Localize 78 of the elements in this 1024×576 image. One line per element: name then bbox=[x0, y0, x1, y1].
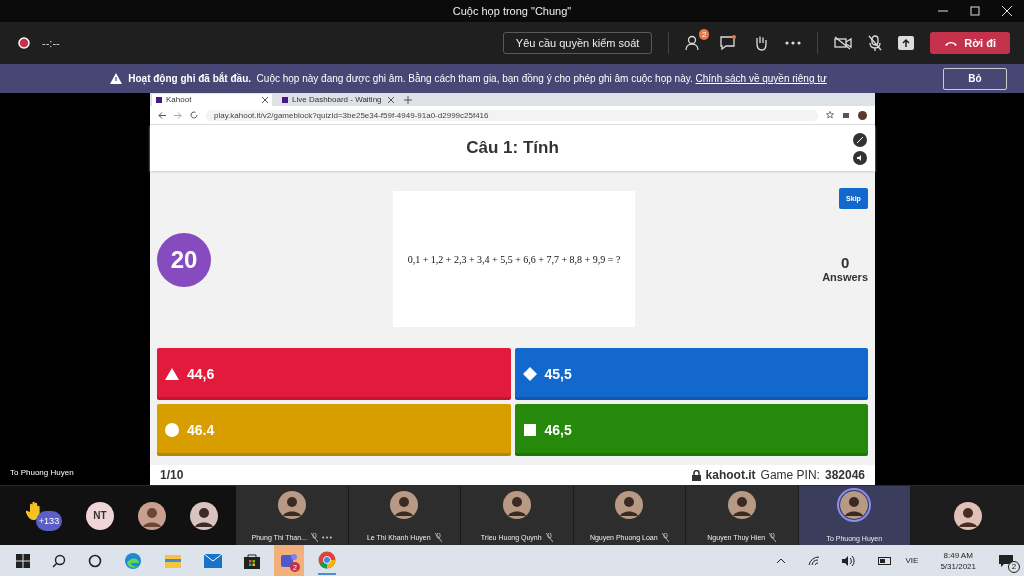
privacy-policy-link[interactable]: Chính sách về quyền riêng tư bbox=[695, 73, 827, 84]
volume-icon[interactable] bbox=[853, 151, 867, 165]
tab-favicon-icon bbox=[156, 96, 162, 103]
recording-notice: Hoạt động ghi đã bắt đầu. Cuộc họp này đang được ghi âm. Bằng cách tham gia, bạn đồng ý cho phép ghi âm cuộc họp này. Chính sách về quyền riêng tư bbox=[128, 73, 827, 84]
dismiss-button[interactable]: Bỏ bbox=[943, 67, 1007, 90]
participant-avatar bbox=[277, 491, 306, 519]
participant-avatar[interactable] bbox=[953, 501, 982, 530]
battery-icon[interactable] bbox=[877, 556, 892, 565]
notification-icon[interactable] bbox=[998, 553, 1014, 568]
lock-icon bbox=[691, 469, 701, 481]
answers-count: 0 bbox=[840, 254, 850, 271]
participant-avatar bbox=[502, 491, 531, 519]
share-screen-icon[interactable] bbox=[898, 36, 915, 50]
participant-overflow-count[interactable]: +133 bbox=[36, 510, 62, 531]
camera-off-icon[interactable] bbox=[834, 36, 853, 50]
answer-option[interactable]: 46,5 bbox=[514, 404, 868, 456]
tab-favicon-icon bbox=[282, 96, 288, 103]
participant-avatar bbox=[615, 491, 644, 519]
record-icon bbox=[18, 37, 30, 49]
wifi-icon[interactable] bbox=[807, 555, 820, 566]
circle-icon bbox=[165, 423, 179, 437]
new-tab-icon[interactable] bbox=[404, 95, 412, 104]
chrome-icon[interactable] bbox=[318, 551, 336, 569]
countdown-timer: 20 bbox=[157, 232, 211, 287]
extensions-icon[interactable] bbox=[842, 111, 850, 119]
answers-label: Answers bbox=[822, 271, 868, 283]
raise-hand-icon[interactable] bbox=[753, 35, 770, 51]
browser-tab[interactable]: Live Dashboard - Waiting bbox=[278, 93, 398, 106]
profile-avatar-icon[interactable] bbox=[858, 110, 867, 120]
diamond-icon bbox=[522, 367, 537, 381]
question-number: 1/10 bbox=[160, 468, 184, 482]
participant-avatar bbox=[840, 491, 869, 519]
chat-icon[interactable] bbox=[719, 35, 738, 51]
mail-icon[interactable] bbox=[204, 553, 222, 568]
star-icon[interactable] bbox=[826, 111, 834, 119]
window-title: Cuộc họp trong "Chung" bbox=[452, 5, 572, 17]
answer-option[interactable]: 44,6 bbox=[157, 348, 511, 400]
answer-option[interactable]: 45,5 bbox=[514, 348, 868, 400]
participant-avatar[interactable]: NT bbox=[86, 501, 114, 530]
site-domain: kahoot.it bbox=[705, 468, 756, 482]
participant-avatar[interactable] bbox=[190, 501, 218, 530]
meeting-timer: --:-- bbox=[42, 37, 60, 49]
more-icon[interactable] bbox=[785, 41, 802, 45]
folder-icon[interactable] bbox=[164, 552, 182, 569]
back-icon[interactable] bbox=[158, 111, 166, 119]
triangle-icon bbox=[165, 367, 179, 381]
mic-off-icon[interactable] bbox=[868, 35, 883, 51]
browser-tab[interactable]: Kahoot bbox=[152, 93, 272, 106]
request-control-button[interactable]: Yêu cầu quyền kiểm soát bbox=[502, 32, 653, 54]
hang-up-icon bbox=[944, 39, 959, 47]
store-bag-icon[interactable] bbox=[244, 552, 260, 569]
teams-icon bbox=[281, 552, 297, 569]
question-image: 0,1 + 1,2 + 2,3 + 3,4 + 5,5 + 6,6 + 7,7 + 8,8 + 9,9 = ? bbox=[393, 191, 635, 327]
game-pin: 382046 bbox=[824, 468, 865, 482]
fullscreen-icon[interactable] bbox=[853, 133, 867, 147]
edge-browser-icon[interactable] bbox=[124, 551, 142, 570]
leave-button[interactable]: Rời đi bbox=[930, 32, 1010, 54]
reload-icon[interactable] bbox=[190, 111, 198, 119]
people-count-badge: 2 bbox=[698, 29, 710, 40]
question-title: Câu 1: Tính bbox=[466, 138, 559, 158]
chevron-up-icon[interactable] bbox=[775, 557, 786, 564]
more-icon[interactable] bbox=[321, 536, 332, 539]
game-pin-label: Game PIN: bbox=[760, 468, 820, 482]
speaker-icon[interactable] bbox=[841, 555, 856, 566]
participant-avatar[interactable] bbox=[138, 501, 166, 530]
start-icon[interactable] bbox=[16, 553, 30, 568]
search-icon[interactable] bbox=[52, 553, 66, 568]
address-bar[interactable]: play.kahoot.it/v2/gameblock?quizId=3be25e34-f59f-4949-91a0-d2999c25f416 bbox=[206, 109, 818, 121]
participant-avatar bbox=[390, 491, 419, 519]
square-icon bbox=[522, 423, 537, 437]
task-view-icon[interactable] bbox=[88, 553, 102, 568]
close-icon[interactable] bbox=[262, 96, 268, 103]
participant-avatar bbox=[727, 491, 756, 519]
warning-icon bbox=[110, 73, 123, 84]
input-language[interactable]: VIE bbox=[905, 556, 919, 565]
clock[interactable]: 8:49 AM 5/31/2021 bbox=[940, 549, 976, 572]
maximize-icon[interactable] bbox=[970, 6, 980, 16]
presenter-name: To Phuong Huyen bbox=[10, 468, 74, 477]
